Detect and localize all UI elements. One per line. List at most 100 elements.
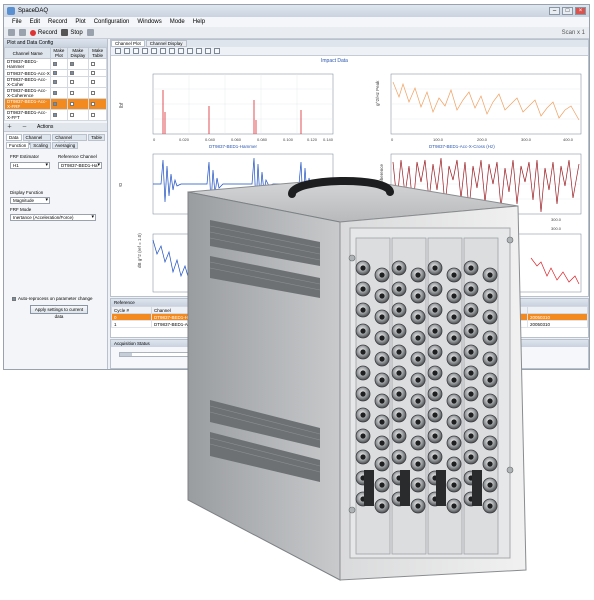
copy-icon[interactable]: [205, 48, 211, 54]
menu-windows[interactable]: Windows: [137, 17, 161, 27]
bnc-socket: [396, 391, 402, 397]
menu-configuration[interactable]: Configuration: [94, 17, 130, 27]
bnc-socket: [379, 398, 385, 404]
reference-channel-select[interactable]: DT9837-BED1-Ha: [58, 162, 102, 169]
bnc-socket: [451, 503, 457, 509]
checkbox[interactable]: [69, 90, 74, 95]
actions-menu[interactable]: Actions: [37, 123, 53, 131]
checkbox[interactable]: [91, 79, 96, 84]
bnc-socket: [360, 307, 366, 313]
plot-cross-spectrum[interactable]: g^2/Hz Peak 0 100.0 200.0 300.0 400.0 DT…: [375, 73, 582, 149]
cursor-icon[interactable]: [160, 48, 166, 54]
window-controls: – □ ×: [549, 7, 586, 15]
table-row[interactable]: DT9837-BED1-Acc-X-Coherence: [4, 87, 107, 99]
plot-hammer[interactable]: lbf 0 0.020 0.040 0.060 0.080 0.100 0.12…: [119, 73, 334, 149]
bnc-socket: [396, 454, 402, 460]
tab-channel-plot[interactable]: Channel Plot: [22, 134, 52, 146]
zoom-in-icon[interactable]: [124, 48, 130, 54]
table-row[interactable]: DT9837-BED1-Acc-X: [4, 69, 107, 77]
legend-icon[interactable]: [187, 48, 193, 54]
table-row[interactable]: DT9837-BED1-Acc-X-Coher: [4, 76, 107, 88]
menu-file[interactable]: File: [12, 17, 22, 27]
menu-mode[interactable]: Mode: [170, 17, 185, 27]
tick-label: 0.060: [231, 137, 242, 142]
checkbox[interactable]: [53, 79, 58, 84]
display-function-select[interactable]: Magnitude: [10, 197, 50, 204]
open-icon[interactable]: [8, 29, 15, 36]
bnc-socket: [379, 377, 385, 383]
checkbox[interactable]: [69, 101, 74, 106]
checkbox[interactable]: [53, 90, 58, 95]
column-header[interactable]: Make Table: [88, 47, 107, 59]
minimize-button[interactable]: –: [549, 7, 560, 15]
column-header[interactable]: Channel Name: [4, 47, 52, 59]
frf-estimator-select[interactable]: H1: [10, 162, 50, 169]
checkbox[interactable]: [91, 70, 96, 75]
menu-plot[interactable]: Plot: [75, 17, 85, 27]
add-icon[interactable]: ＋: [7, 123, 12, 131]
tab-channel-display-view[interactable]: Channel Display: [145, 40, 187, 47]
menu-record[interactable]: Record: [48, 17, 67, 27]
auto-reprocess-checkbox[interactable]: [12, 296, 16, 301]
column-header[interactable]: Make Plot: [50, 47, 68, 59]
pointer-icon[interactable]: [115, 48, 121, 54]
export-icon[interactable]: [214, 48, 220, 54]
bnc-socket: [468, 391, 474, 397]
table-row[interactable]: DT9837-BED1-Hammer: [4, 58, 107, 70]
app-icon: [7, 7, 15, 15]
checkbox[interactable]: [69, 70, 74, 75]
table-row[interactable]: DT9837-BED1-Acc-X-FFT: [4, 109, 107, 121]
bnc-socket: [379, 440, 385, 446]
bnc-socket: [487, 272, 493, 278]
checkbox[interactable]: [53, 112, 58, 117]
tick-label: 0.120: [307, 137, 318, 142]
record-button[interactable]: Record: [30, 29, 57, 36]
grid-icon[interactable]: [178, 48, 184, 54]
apply-settings-button[interactable]: Apply settings to current data: [30, 305, 88, 319]
table-row-selected[interactable]: DT9837-BED1-Acc-X-FRF: [4, 98, 107, 110]
zoom-readout[interactable]: Scan x 1: [562, 30, 585, 36]
tab-averaging[interactable]: Averaging: [52, 142, 79, 149]
stop-button[interactable]: Stop: [61, 29, 83, 36]
bnc-socket: [487, 398, 493, 404]
checkbox[interactable]: [91, 101, 96, 106]
column-header[interactable]: Cycle #: [111, 306, 152, 314]
bnc-socket: [487, 377, 493, 383]
checkbox[interactable]: [53, 61, 58, 66]
tab-table[interactable]: Table: [88, 134, 105, 141]
zoom-out-icon[interactable]: [133, 48, 139, 54]
tab-data[interactable]: Data: [6, 134, 22, 141]
bnc-socket: [451, 419, 457, 425]
tab-channel-plot-view[interactable]: Channel Plot: [111, 40, 145, 47]
save-icon[interactable]: [19, 29, 26, 36]
auto-reprocess-option[interactable]: Auto-reprocess on parameter change: [12, 296, 93, 301]
checkbox[interactable]: [91, 90, 96, 95]
column-header[interactable]: Make Display: [66, 47, 90, 59]
checkbox[interactable]: [53, 70, 58, 75]
bnc-socket: [415, 356, 421, 362]
checkbox[interactable]: [91, 112, 96, 117]
tab-channel-display[interactable]: Channel Display: [52, 134, 88, 146]
tick-label: 0.040: [205, 137, 216, 142]
checkbox[interactable]: [69, 61, 74, 66]
frf-mode-select[interactable]: Inertance (Acceleration/Force): [10, 214, 96, 221]
checkbox[interactable]: [91, 61, 96, 66]
zoom-box-icon[interactable]: [151, 48, 157, 54]
menu-help[interactable]: Help: [193, 17, 205, 27]
checkbox[interactable]: [69, 112, 74, 117]
checkbox[interactable]: [53, 101, 58, 106]
tab-function[interactable]: Function: [6, 142, 30, 149]
autoscale-icon[interactable]: [169, 48, 175, 54]
tab-scaling[interactable]: Scaling: [30, 142, 52, 149]
menu-edit[interactable]: Edit: [30, 17, 40, 27]
pan-icon[interactable]: [142, 48, 148, 54]
bnc-socket: [487, 314, 493, 320]
remove-icon[interactable]: －: [22, 123, 27, 131]
settings-icon[interactable]: [86, 29, 94, 36]
close-button[interactable]: ×: [575, 7, 586, 15]
print-icon[interactable]: [196, 48, 202, 54]
maximize-button[interactable]: □: [562, 7, 573, 15]
tick-label: 300.0: [551, 217, 562, 222]
bnc-socket: [396, 433, 402, 439]
checkbox[interactable]: [69, 79, 74, 84]
